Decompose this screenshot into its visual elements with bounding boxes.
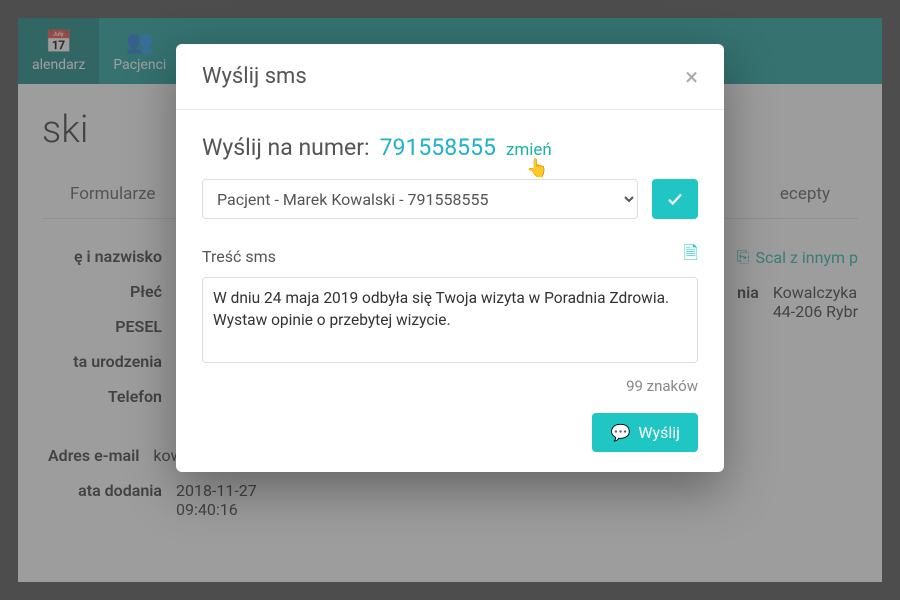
char-count: 99 znaków (202, 377, 698, 395)
confirm-number-button[interactable] (652, 179, 698, 219)
check-icon (666, 190, 684, 208)
change-number-link[interactable]: zmień 👆 (506, 140, 552, 160)
send-button[interactable]: 💬 Wyślij (592, 413, 698, 452)
modal-actions: 💬 Wyślij (202, 413, 698, 452)
chat-icon: 💬 (610, 423, 630, 442)
patient-select-row: Pacjent - Marek Kowalski - 791558555 (202, 179, 698, 219)
sms-textarea[interactable] (202, 277, 698, 363)
close-icon[interactable]: × (685, 65, 698, 89)
pointer-cursor-icon: 👆 (526, 158, 548, 179)
modal-overlay[interactable]: Wyślij sms × Wyślij na numer: 791558555 … (0, 0, 900, 600)
sms-content-label: Treść sms (202, 247, 276, 266)
send-sms-modal: Wyślij sms × Wyślij na numer: 791558555 … (176, 44, 724, 472)
patient-select[interactable]: Pacjent - Marek Kowalski - 791558555 (202, 179, 638, 219)
send-button-label: Wyślij (638, 423, 680, 442)
send-to-line: Wyślij na numer: 791558555 zmień 👆 (202, 134, 698, 161)
send-to-prefix: Wyślij na numer: (202, 134, 370, 161)
modal-body: Wyślij na numer: 791558555 zmień 👆 Pacje… (176, 110, 724, 472)
modal-header: Wyślij sms × (176, 44, 724, 110)
sms-label-row: Treść sms 🗎 (202, 241, 698, 271)
send-to-number: 791558555 (380, 134, 496, 161)
modal-title: Wyślij sms (202, 64, 307, 89)
template-icon[interactable]: 🗎 (684, 241, 698, 271)
